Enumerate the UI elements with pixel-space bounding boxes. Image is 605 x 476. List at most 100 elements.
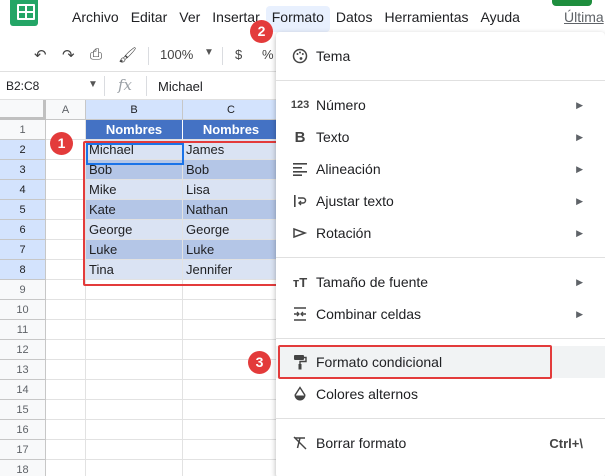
row-header-13[interactable]: 13 [0,360,46,380]
share-button[interactable] [552,0,592,6]
cell-a9[interactable] [46,280,86,300]
row-header-14[interactable]: 14 [0,380,46,400]
menu-item-label: Tamaño de fuente [316,274,429,290]
cell-b14[interactable] [86,380,183,400]
cell-a16[interactable] [46,420,86,440]
cell-b13[interactable] [86,360,183,380]
cell-a5[interactable] [46,200,86,220]
cell-c11[interactable] [183,320,280,340]
cell-a11[interactable] [46,320,86,340]
cell-b15[interactable] [86,400,183,420]
menu-item-alineacion[interactable]: Alineación ▶ [276,153,605,185]
menu-datos[interactable]: Datos [330,6,379,32]
cell-c16[interactable] [183,420,280,440]
row-header-6[interactable]: 6 [0,220,46,240]
undo-icon[interactable]: ↶ [34,46,47,64]
menu-ver[interactable]: Ver [173,6,206,32]
submenu-arrow-icon: ▶ [576,99,583,110]
cell-a15[interactable] [46,400,86,420]
callout-badge-1: 1 [50,132,73,155]
row-header-16[interactable]: 16 [0,420,46,440]
row-header-17[interactable]: 17 [0,440,46,460]
submenu-arrow-icon: ▶ [576,163,583,174]
row-header-7[interactable]: 7 [0,240,46,260]
cell-a18[interactable] [46,460,86,476]
paint-format-icon[interactable]: 🖌 [118,46,137,64]
submenu-arrow-icon: ▶ [576,131,583,142]
toolbar-divider [148,47,149,65]
menu-item-combinar-celdas[interactable]: Combinar celdas ▶ [276,298,605,330]
row-header-9[interactable]: 9 [0,280,46,300]
menu-item-borrar-formato[interactable]: Borrar formato Ctrl+\ [276,427,605,459]
row-header-15[interactable]: 15 [0,400,46,420]
chevron-down-icon[interactable]: ▼ [204,47,214,58]
header-cell-c1[interactable]: Nombres [183,120,280,140]
sheets-logo-icon[interactable] [10,0,38,26]
row-header-12[interactable]: 12 [0,340,46,360]
cell-c10[interactable] [183,300,280,320]
menu-item-texto[interactable]: B Texto ▶ [276,121,605,153]
menu-item-colores-alternos[interactable]: Colores alternos [276,378,605,410]
row-header-4[interactable]: 4 [0,180,46,200]
row-header-2[interactable]: 2 [0,140,46,160]
menu-ayuda[interactable]: Ayuda [474,6,525,32]
rotate-text-icon [291,224,309,242]
percent-format-button[interactable]: % [262,47,274,62]
menu-item-ajustar-texto[interactable]: Ajustar texto ▶ [276,185,605,217]
menu-herramientas[interactable]: Herramientas [378,6,474,32]
column-header-a[interactable]: A [46,100,86,120]
select-all-corner[interactable] [0,100,46,120]
cell-b10[interactable] [86,300,183,320]
cell-c17[interactable] [183,440,280,460]
row-header-3[interactable]: 3 [0,160,46,180]
menu-item-label: Combinar celdas [316,306,422,322]
column-header-b[interactable]: B [86,100,183,120]
cell-c18[interactable] [183,460,280,476]
menu-archivo[interactable]: Archivo [66,6,125,32]
cell-a10[interactable] [46,300,86,320]
menu-item-numero[interactable]: 123 Número ▶ [276,89,605,121]
cell-a13[interactable] [46,360,86,380]
zoom-select[interactable]: 100% [160,47,193,62]
redo-icon[interactable]: ↷ [62,46,75,64]
row-header-1[interactable]: 1 [0,120,46,140]
cell-b16[interactable] [86,420,183,440]
menu-item-rotacion[interactable]: Rotación ▶ [276,217,605,249]
cell-a4[interactable] [46,180,86,200]
sheets-window: Archivo Editar Ver Insertar Formato Dato… [0,0,605,476]
row-header-5[interactable]: 5 [0,200,46,220]
currency-format-button[interactable]: $ [235,47,242,62]
cell-a3[interactable] [46,160,86,180]
cell-a6[interactable] [46,220,86,240]
menu-item-tamano-fuente[interactable]: тT Tamaño de fuente ▶ [276,266,605,298]
row-header-10[interactable]: 10 [0,300,46,320]
cell-a8[interactable] [46,260,86,280]
last-edit-link[interactable]: Última [564,9,604,25]
cell-b18[interactable] [86,460,183,476]
header-cell-b1[interactable]: Nombres [86,120,183,140]
toolbar-divider [222,47,223,65]
submenu-arrow-icon: ▶ [576,195,583,206]
row-header-18[interactable]: 18 [0,460,46,476]
cell-a17[interactable] [46,440,86,460]
cell-a7[interactable] [46,240,86,260]
name-box[interactable]: B2:C8 [6,79,39,93]
column-header-c[interactable]: C [183,100,280,120]
chevron-down-icon[interactable]: ▼ [88,79,98,90]
cell-b12[interactable] [86,340,183,360]
cell-c14[interactable] [183,380,280,400]
cell-a12[interactable] [46,340,86,360]
menu-editar[interactable]: Editar [125,6,174,32]
cell-c15[interactable] [183,400,280,420]
submenu-arrow-icon: ▶ [576,276,583,287]
menu-item-tema[interactable]: Tema [276,40,605,72]
cell-b17[interactable] [86,440,183,460]
row-header-8[interactable]: 8 [0,260,46,280]
menu-formato[interactable]: Formato [265,6,330,32]
cell-a14[interactable] [46,380,86,400]
formula-input[interactable]: Michael [158,79,203,94]
cell-b11[interactable] [86,320,183,340]
print-icon[interactable]: ⎙ [90,46,102,63]
menu-item-label: Borrar formato [316,435,407,451]
row-header-11[interactable]: 11 [0,320,46,340]
